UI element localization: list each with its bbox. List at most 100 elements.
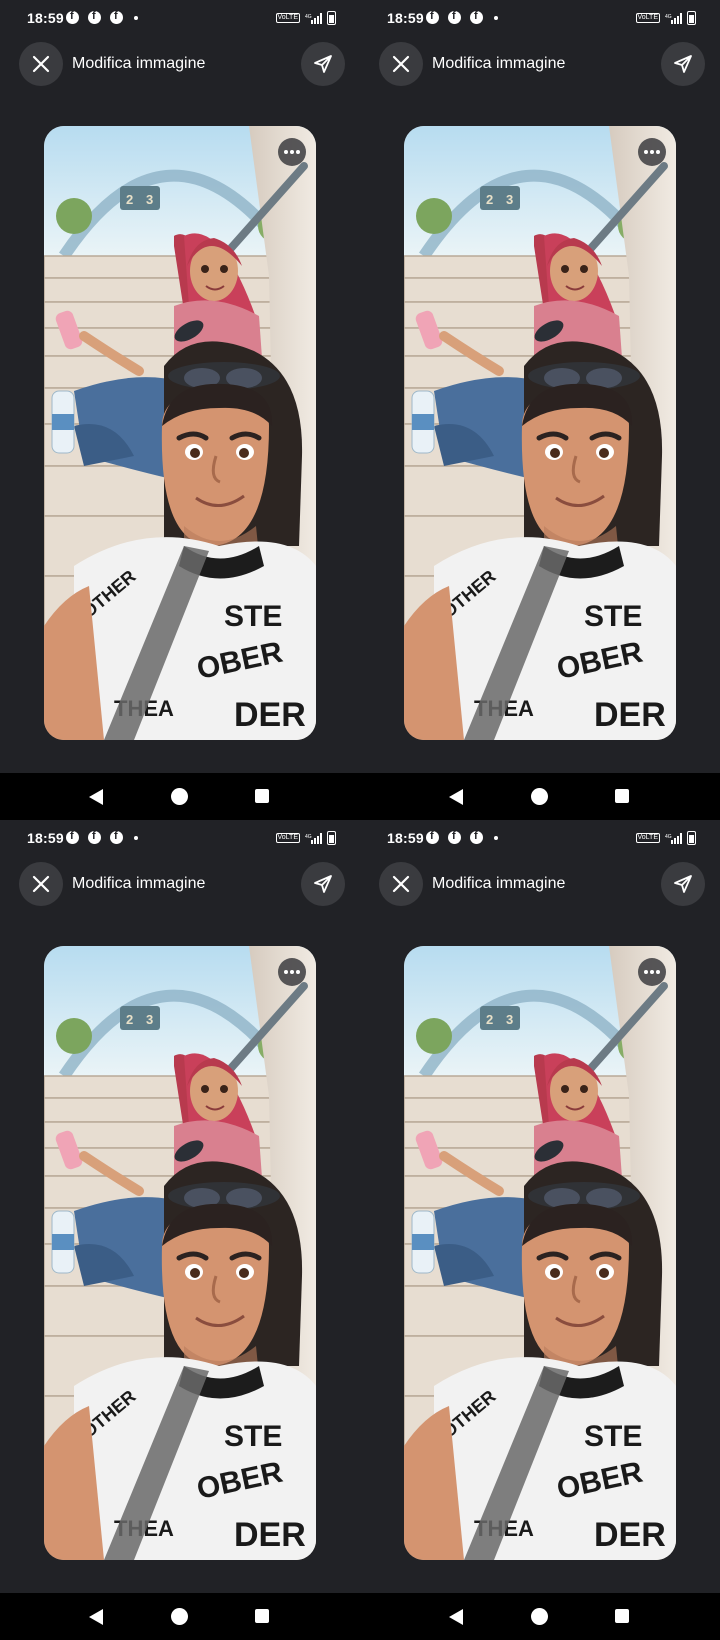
more-options-icon bbox=[290, 970, 294, 974]
send-icon bbox=[674, 55, 692, 73]
facebook-icon bbox=[110, 10, 123, 24]
close-button[interactable] bbox=[19, 862, 63, 906]
send-icon bbox=[674, 875, 692, 893]
close-button[interactable] bbox=[19, 42, 63, 86]
phone-screen: 18:59 VoLTE 4G Modifica immagine bbox=[0, 820, 360, 1640]
phone-screen: 18:59 VoLTE 4G Modifica immagine bbox=[360, 820, 720, 1640]
recent-apps-icon[interactable] bbox=[615, 789, 629, 803]
edited-image[interactable]: 2 3 STE OBER DER OTHER bbox=[44, 126, 316, 740]
battery-icon bbox=[327, 11, 336, 25]
facebook-icon bbox=[88, 10, 101, 24]
navigation-bar bbox=[0, 773, 360, 820]
edited-image[interactable]: 2 3 STE OBER DER OTHER bbox=[404, 126, 676, 740]
more-options-button[interactable] bbox=[278, 958, 306, 986]
home-icon[interactable] bbox=[531, 788, 548, 805]
navigation-bar bbox=[0, 1593, 360, 1640]
navigation-bar bbox=[360, 773, 720, 820]
recent-apps-icon[interactable] bbox=[255, 1609, 269, 1623]
status-bar: 18:59 VoLTE 4G bbox=[360, 0, 720, 36]
back-icon[interactable] bbox=[89, 789, 103, 805]
close-icon bbox=[392, 875, 410, 893]
home-icon[interactable] bbox=[171, 1608, 188, 1625]
page-title: Modifica immagine bbox=[432, 55, 566, 72]
more-options-icon bbox=[290, 150, 294, 154]
more-options-icon bbox=[656, 970, 660, 974]
close-button[interactable] bbox=[379, 42, 423, 86]
svg-text:STE: STE bbox=[224, 600, 282, 633]
facebook-icon bbox=[470, 830, 483, 844]
more-options-button[interactable] bbox=[638, 138, 666, 166]
send-button[interactable] bbox=[661, 862, 705, 906]
status-bar: 18:59 VoLTE 4G bbox=[360, 820, 720, 856]
battery-icon bbox=[327, 831, 336, 845]
battery-icon bbox=[687, 11, 696, 25]
more-options-icon bbox=[644, 970, 648, 974]
cartoon-selfie-illustration: 2 3 STE OBER DER OTHER bbox=[404, 126, 676, 740]
more-options-icon bbox=[296, 970, 300, 974]
cartoon-selfie-illustration: 2 3 STE OBER DER OTHER bbox=[44, 126, 316, 740]
status-time: 18:59 bbox=[27, 830, 64, 846]
back-icon[interactable] bbox=[449, 789, 463, 805]
close-icon bbox=[32, 55, 50, 73]
svg-text:3: 3 bbox=[506, 192, 513, 207]
edited-image[interactable]: 2 3 STE OBER DER OTHER bbox=[404, 946, 676, 1560]
svg-text:2: 2 bbox=[486, 1012, 493, 1027]
more-options-icon bbox=[650, 970, 654, 974]
signal-icon: 4G bbox=[665, 833, 682, 844]
more-options-icon bbox=[644, 150, 648, 154]
more-options-icon bbox=[284, 150, 288, 154]
facebook-icon bbox=[66, 10, 79, 24]
more-options-button[interactable] bbox=[638, 958, 666, 986]
more-options-icon bbox=[284, 970, 288, 974]
editor-header: Modifica immagine bbox=[360, 40, 720, 86]
facebook-icon bbox=[426, 10, 439, 24]
send-button[interactable] bbox=[661, 42, 705, 86]
svg-text:3: 3 bbox=[506, 1012, 513, 1027]
home-icon[interactable] bbox=[171, 788, 188, 805]
status-time: 18:59 bbox=[27, 10, 64, 26]
volte-badge: VoLTE bbox=[635, 13, 660, 23]
volte-badge: VoLTE bbox=[635, 833, 660, 843]
notification-dot-icon bbox=[494, 836, 498, 840]
close-icon bbox=[392, 55, 410, 73]
close-button[interactable] bbox=[379, 862, 423, 906]
back-icon[interactable] bbox=[89, 1609, 103, 1625]
svg-text:4G: 4G bbox=[305, 14, 312, 20]
volte-badge: VoLTE bbox=[275, 13, 300, 23]
send-button[interactable] bbox=[301, 42, 345, 86]
svg-text:2: 2 bbox=[486, 192, 493, 207]
send-button[interactable] bbox=[301, 862, 345, 906]
status-time: 18:59 bbox=[387, 10, 424, 26]
svg-text:3: 3 bbox=[146, 1012, 153, 1027]
more-options-icon bbox=[650, 150, 654, 154]
page-title: Modifica immagine bbox=[432, 875, 566, 892]
editor-header: Modifica immagine bbox=[360, 860, 720, 906]
facebook-icon bbox=[66, 830, 79, 844]
back-icon[interactable] bbox=[449, 1609, 463, 1625]
more-options-button[interactable] bbox=[278, 138, 306, 166]
svg-text:STE: STE bbox=[584, 600, 642, 633]
status-bar: 18:59 VoLTE 4G bbox=[0, 820, 360, 856]
more-options-icon bbox=[296, 150, 300, 154]
recent-apps-icon[interactable] bbox=[255, 789, 269, 803]
recent-apps-icon[interactable] bbox=[615, 1609, 629, 1623]
notification-dot-icon bbox=[494, 16, 498, 20]
facebook-icon bbox=[448, 830, 461, 844]
signal-icon: 4G bbox=[305, 13, 322, 24]
svg-text:DER: DER bbox=[234, 696, 306, 734]
svg-text:4G: 4G bbox=[665, 834, 672, 840]
facebook-icon bbox=[426, 830, 439, 844]
svg-text:STE: STE bbox=[584, 1420, 642, 1453]
editor-header: Modifica immagine bbox=[0, 40, 360, 86]
cartoon-selfie-illustration: 2 3 STE OBER DER OTHER bbox=[44, 946, 316, 1560]
svg-text:DER: DER bbox=[594, 1516, 666, 1554]
page-title: Modifica immagine bbox=[72, 55, 206, 72]
navigation-bar bbox=[360, 1593, 720, 1640]
edited-image[interactable]: 2 3 STE OBER DER OTHER bbox=[44, 946, 316, 1560]
home-icon[interactable] bbox=[531, 1608, 548, 1625]
signal-icon: 4G bbox=[665, 13, 682, 24]
svg-text:3: 3 bbox=[146, 192, 153, 207]
svg-text:2: 2 bbox=[126, 192, 133, 207]
editor-header: Modifica immagine bbox=[0, 860, 360, 906]
svg-text:4G: 4G bbox=[665, 14, 672, 20]
